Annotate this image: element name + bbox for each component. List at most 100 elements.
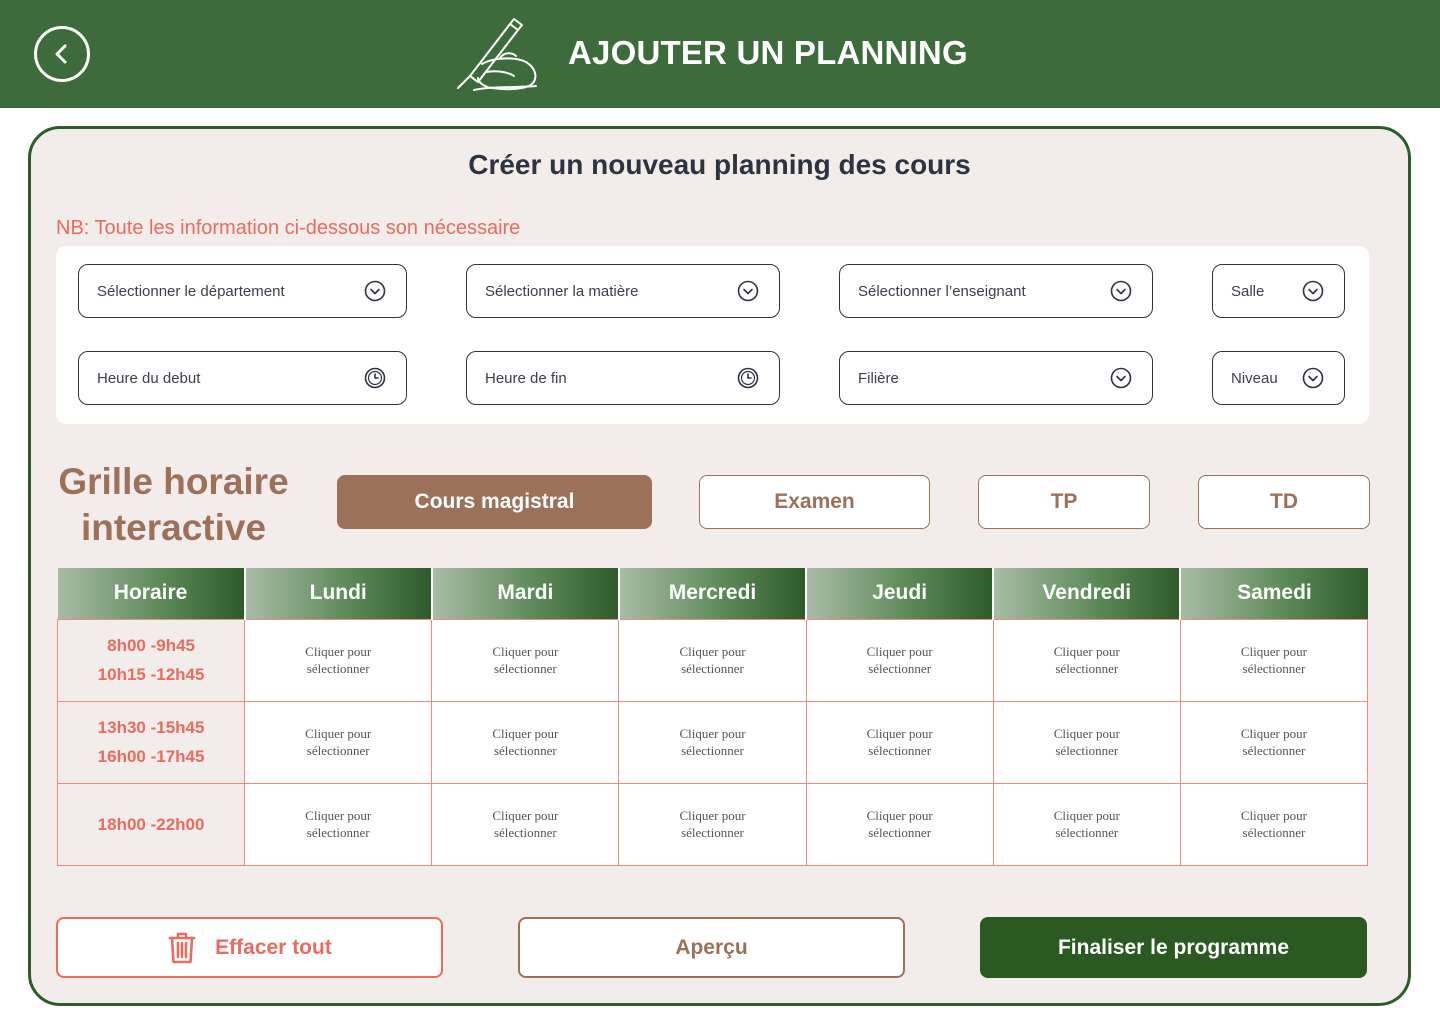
slot-cell-samedi[interactable]: Cliquer pour sélectionner — [1179, 700, 1369, 784]
card-title: Créer un nouveau planning des cours — [468, 149, 971, 180]
slot-hint-line1: Cliquer pour — [305, 644, 372, 659]
header-horaire: Horaire — [57, 568, 246, 619]
teacher-select[interactable]: Sélectionner l’enseignant — [839, 264, 1153, 318]
trash-icon — [168, 932, 196, 963]
slot-cell-lundi[interactable]: Cliquer pour sélectionner — [244, 782, 433, 866]
slot-hint-line1: Cliquer pour — [1240, 726, 1307, 741]
slot-hint-line1: Cliquer pour — [305, 808, 372, 823]
start-time-field[interactable]: Heure du debut — [78, 351, 407, 405]
room-select-label: Salle — [1231, 282, 1265, 300]
slot-hint-line2: sélectionner — [306, 661, 370, 676]
slot-cell-jeudi[interactable]: Cliquer pour sélectionner — [805, 618, 994, 702]
slot-cell-mardi[interactable]: Cliquer pour sélectionner — [431, 700, 620, 784]
chevron-left-icon — [55, 44, 67, 64]
table-row: 18h00 -22h00 Cliquer pour sélectionner Cliq… — [56, 782, 1369, 866]
time-range-label: 13h30 -15h45 — [97, 718, 205, 737]
type-examen-button[interactable]: Examen — [699, 475, 930, 529]
slot-hint-line2: sélectionner — [868, 743, 932, 758]
slot-hint-line1: Cliquer pour — [492, 644, 559, 659]
back-button[interactable] — [34, 26, 90, 82]
slot-hint-line2: sélectionner — [1242, 661, 1306, 676]
timetable-header-row: Horaire Lundi Mardi Mercredi Jeudi Vendr… — [57, 568, 1368, 619]
slot-cell-lundi[interactable]: Cliquer pour sélectionner — [244, 700, 433, 784]
slot-hint-line2: sélectionner — [306, 743, 370, 758]
page-title: AJOUTER UN PLANNING — [568, 34, 968, 71]
slot-hint-line2: sélectionner — [1055, 743, 1119, 758]
slot-cell-lundi[interactable]: Cliquer pour sélectionner — [244, 618, 433, 702]
slot-hint-line1: Cliquer pour — [1053, 726, 1120, 741]
finalize-button[interactable]: Finaliser le programme — [980, 917, 1367, 978]
slot-cell-jeudi[interactable]: Cliquer pour sélectionner — [805, 700, 994, 784]
slot-hint-line1: Cliquer pour — [679, 644, 746, 659]
subject-select[interactable]: Sélectionner la matière — [466, 264, 780, 318]
form-panel: Sélectionner le département Sélectionner… — [56, 246, 1369, 424]
type-cours-magistral-button[interactable]: Cours magistral — [337, 475, 652, 529]
slot-hint-line2: sélectionner — [1242, 743, 1306, 758]
subject-select-label: Sélectionner la matière — [485, 282, 639, 300]
clock-icon — [737, 367, 759, 389]
slot-hint-line1: Cliquer pour — [1240, 644, 1307, 659]
slot-cell-mercredi[interactable]: Cliquer pour sélectionner — [618, 700, 807, 784]
time-slot-cell: 18h00 -22h00 — [56, 782, 246, 866]
slot-cell-mercredi[interactable]: Cliquer pour sélectionner — [618, 618, 807, 702]
teacher-select-label: Sélectionner l’enseignant — [858, 282, 1026, 300]
type-tp-button[interactable]: TP — [978, 475, 1150, 529]
slot-cell-samedi[interactable]: Cliquer pour sélectionner — [1179, 782, 1369, 866]
time-range-label: 16h00 -17h45 — [97, 747, 205, 766]
header-jeudi: Jeudi — [806, 568, 995, 619]
slot-hint-line1: Cliquer pour — [492, 726, 559, 741]
type-td-button[interactable]: TD — [1198, 475, 1370, 529]
slot-hint-line2: sélectionner — [681, 661, 744, 676]
slot-cell-vendredi[interactable]: Cliquer pour sélectionner — [992, 782, 1181, 866]
slot-cell-vendredi[interactable]: Cliquer pour sélectionner — [992, 700, 1181, 784]
planning-form-card: Créer un nouveau planning des cours NB: … — [28, 126, 1411, 1006]
slot-hint-line2: sélectionner — [868, 661, 932, 676]
grid-title-line2: interactive — [80, 507, 267, 548]
time-range-label: 10h15 -12h45 — [97, 665, 205, 684]
slot-hint-line2: sélectionner — [493, 661, 557, 676]
slot-hint-line2: sélectionner — [681, 743, 744, 758]
app-header: AJOUTER UN PLANNING — [0, 0, 1440, 108]
preview-button[interactable]: Aperçu — [518, 917, 905, 978]
hand-writing-pen-icon — [457, 18, 537, 91]
clock-icon — [364, 367, 386, 389]
room-select[interactable]: Salle — [1212, 264, 1345, 318]
slot-cell-mardi[interactable]: Cliquer pour sélectionner — [431, 782, 620, 866]
slot-hint-line2: sélectionner — [1055, 661, 1119, 676]
slot-hint-line1: Cliquer pour — [679, 726, 746, 741]
slot-hint-line1: Cliquer pour — [866, 808, 933, 823]
chevron-down-circle-icon — [1302, 367, 1324, 389]
time-range-label: 8h00 -9h45 — [107, 636, 196, 655]
slot-hint-line2: sélectionner — [1242, 825, 1306, 840]
slot-cell-jeudi[interactable]: Cliquer pour sélectionner — [805, 782, 994, 866]
slot-cell-vendredi[interactable]: Cliquer pour sélectionner — [992, 618, 1181, 702]
slot-cell-mercredi[interactable]: Cliquer pour sélectionner — [618, 782, 807, 866]
chevron-down-circle-icon — [364, 280, 386, 302]
table-row: 8h00 -9h45 10h15 -12h45 Cliquer pour sélect… — [56, 618, 1369, 702]
chevron-down-circle-icon — [737, 280, 759, 302]
header-mardi: Mardi — [431, 568, 620, 619]
slot-hint-line1: Cliquer pour — [492, 808, 559, 823]
slot-hint-line2: sélectionner — [1055, 825, 1119, 840]
table-row: 13h30 -15h45 16h00 -17h45 Cliquer pour séle… — [56, 700, 1369, 784]
level-select[interactable]: Niveau — [1212, 351, 1345, 405]
slot-cell-samedi[interactable]: Cliquer pour sélectionner — [1179, 618, 1369, 702]
time-range-label: 18h00 -22h00 — [97, 814, 205, 834]
slot-cell-mardi[interactable]: Cliquer pour sélectionner — [431, 618, 620, 702]
header-samedi: Samedi — [1180, 568, 1368, 619]
time-slot-cell: 13h30 -15h45 16h00 -17h45 — [56, 700, 246, 784]
department-select[interactable]: Sélectionner le département — [78, 264, 407, 318]
end-time-field[interactable]: Heure de fin — [466, 351, 780, 405]
grid-title: Grille horaire interactive — [56, 459, 291, 551]
chevron-down-circle-icon — [1110, 367, 1132, 389]
slot-hint-line2: sélectionner — [493, 825, 557, 840]
slot-hint-line2: sélectionner — [868, 825, 932, 840]
field-of-study-select[interactable]: Filière — [839, 351, 1153, 405]
slot-hint-line1: Cliquer pour — [866, 644, 933, 659]
clear-all-button[interactable]: Effacer tout — [56, 917, 443, 978]
department-select-label: Sélectionner le département — [97, 282, 285, 300]
slot-hint-line2: sélectionner — [681, 825, 744, 840]
slot-hint-line2: sélectionner — [493, 743, 557, 758]
timetable: Horaire Lundi Mardi Mercredi Jeudi Vendr… — [56, 568, 1369, 866]
header-vendredi: Vendredi — [993, 568, 1182, 619]
